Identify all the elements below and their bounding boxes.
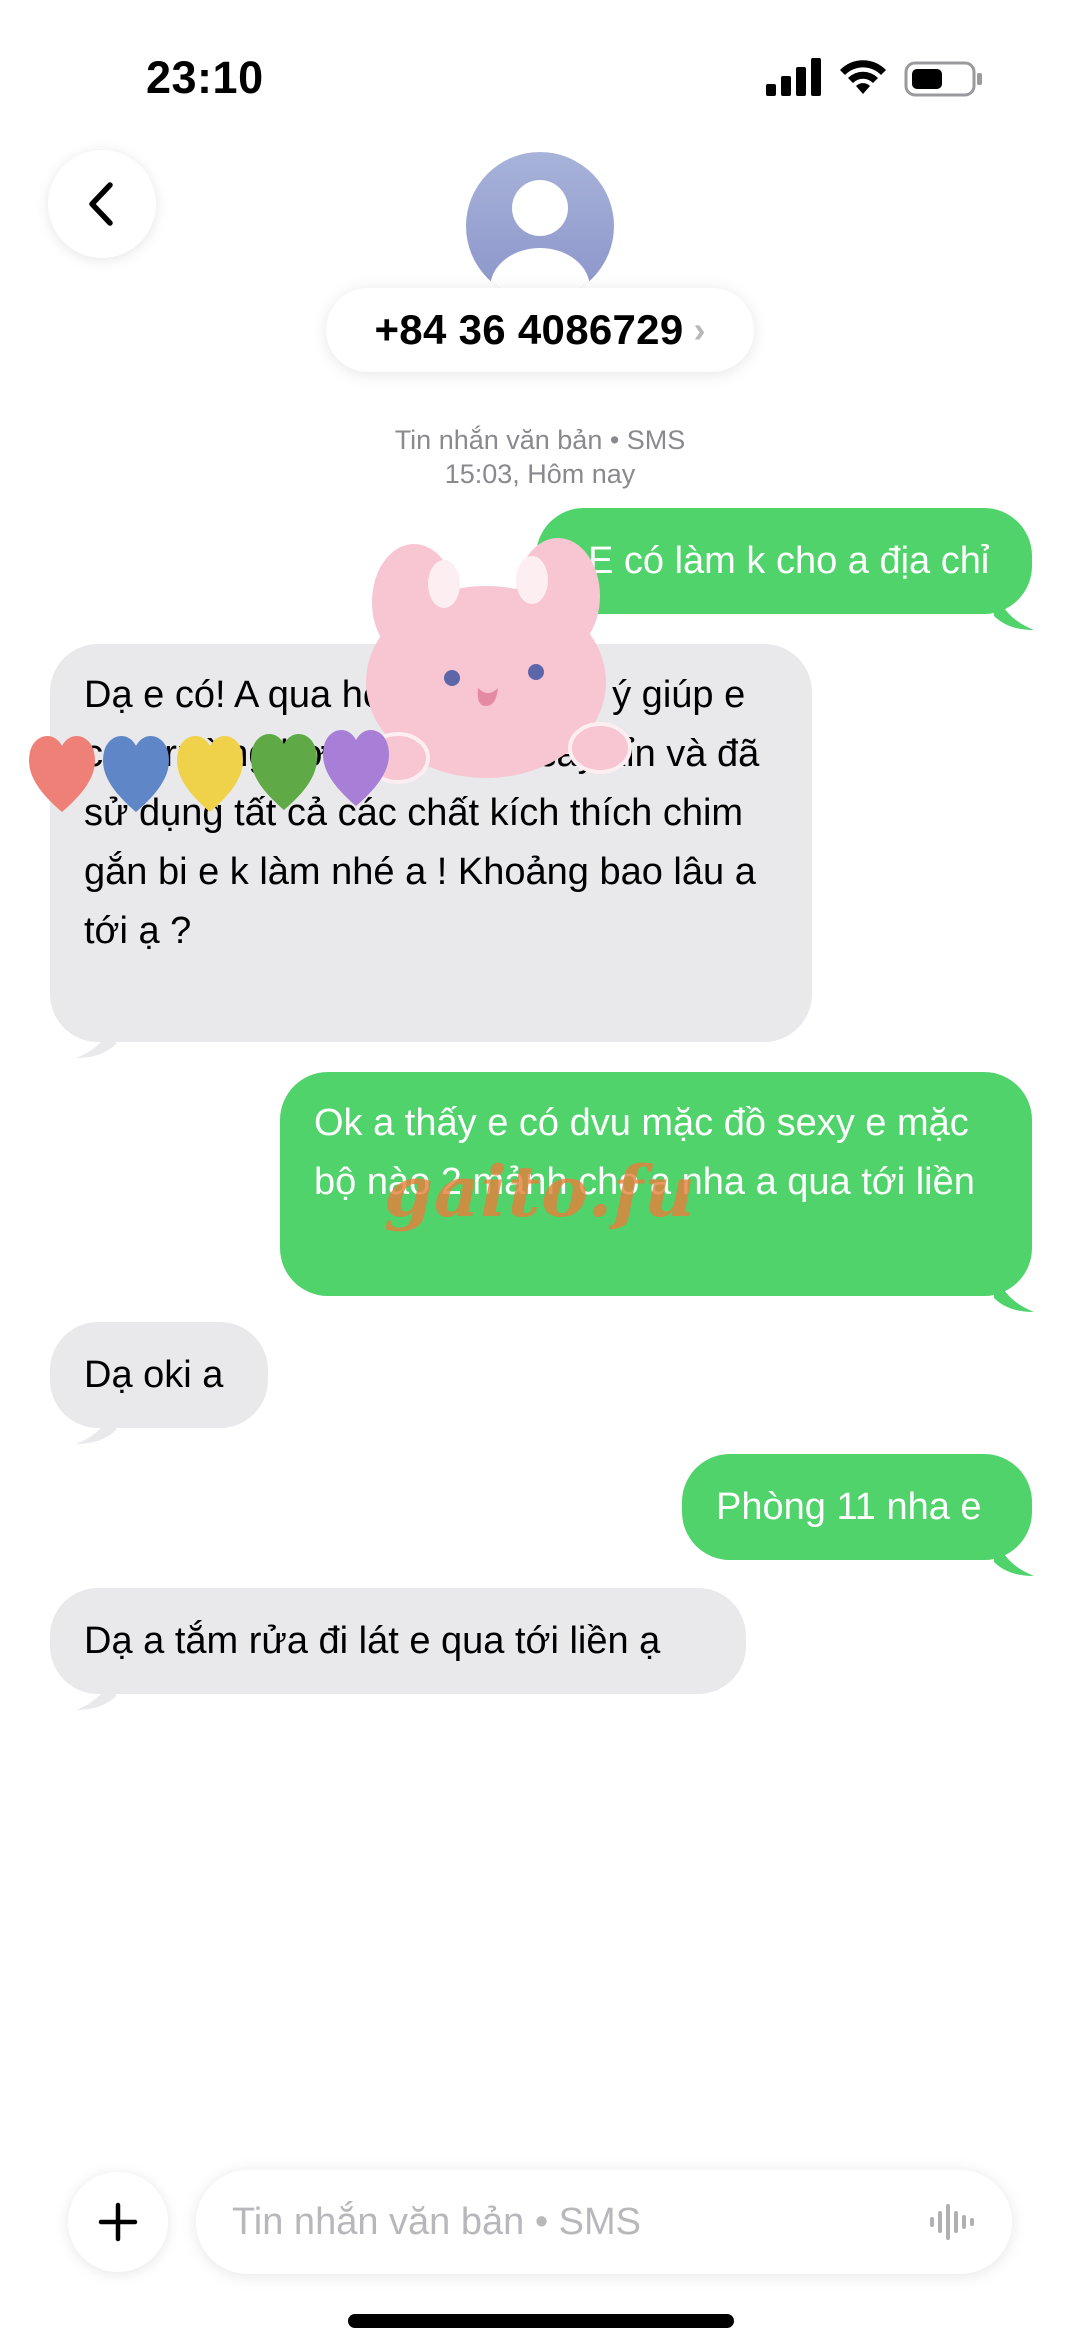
timestamp: 15:03, Hôm nay bbox=[444, 459, 636, 489]
back-button[interactable] bbox=[48, 150, 156, 258]
add-attachment-button[interactable] bbox=[68, 2172, 168, 2272]
bubble-tail bbox=[994, 1526, 1034, 1576]
bubble-tail bbox=[994, 1262, 1034, 1312]
waveform-icon[interactable] bbox=[930, 2202, 976, 2242]
message-bubble-outgoing[interactable]: Phòng 11 nha e bbox=[682, 1454, 1032, 1560]
bubble-tail bbox=[76, 1394, 116, 1444]
contact-number: +84 36 4086729 bbox=[374, 306, 684, 353]
wifi-icon bbox=[840, 60, 886, 94]
person-icon bbox=[490, 180, 590, 300]
battery-icon bbox=[904, 61, 982, 97]
rainbow-hearts-sticker bbox=[29, 729, 389, 812]
watermark: gaito.fu bbox=[384, 1150, 697, 1233]
chevron-right-icon: › bbox=[693, 309, 706, 350]
chevron-left-icon bbox=[89, 182, 113, 226]
message-bubble-incoming[interactable]: Dạ a tắm rửa đi lát e qua tới liền ạ bbox=[50, 1588, 746, 1694]
bubble-tail bbox=[994, 580, 1034, 630]
contact-name-button[interactable]: +84 36 4086729 › bbox=[326, 288, 754, 372]
contact-avatar[interactable] bbox=[466, 152, 614, 300]
home-indicator[interactable] bbox=[348, 2314, 734, 2328]
message-input[interactable]: Tin nhắn văn bản • SMS bbox=[196, 2170, 1012, 2274]
status-time: 23:10 bbox=[146, 52, 264, 103]
bubble-tail bbox=[76, 1660, 116, 1710]
bubble-tail bbox=[76, 1008, 116, 1058]
service-label: Tin nhắn văn bản • SMS bbox=[394, 425, 686, 455]
message-input-placeholder: Tin nhắn văn bản • SMS bbox=[232, 2200, 642, 2243]
signal-icon bbox=[766, 58, 821, 96]
plus-icon bbox=[98, 2202, 138, 2242]
